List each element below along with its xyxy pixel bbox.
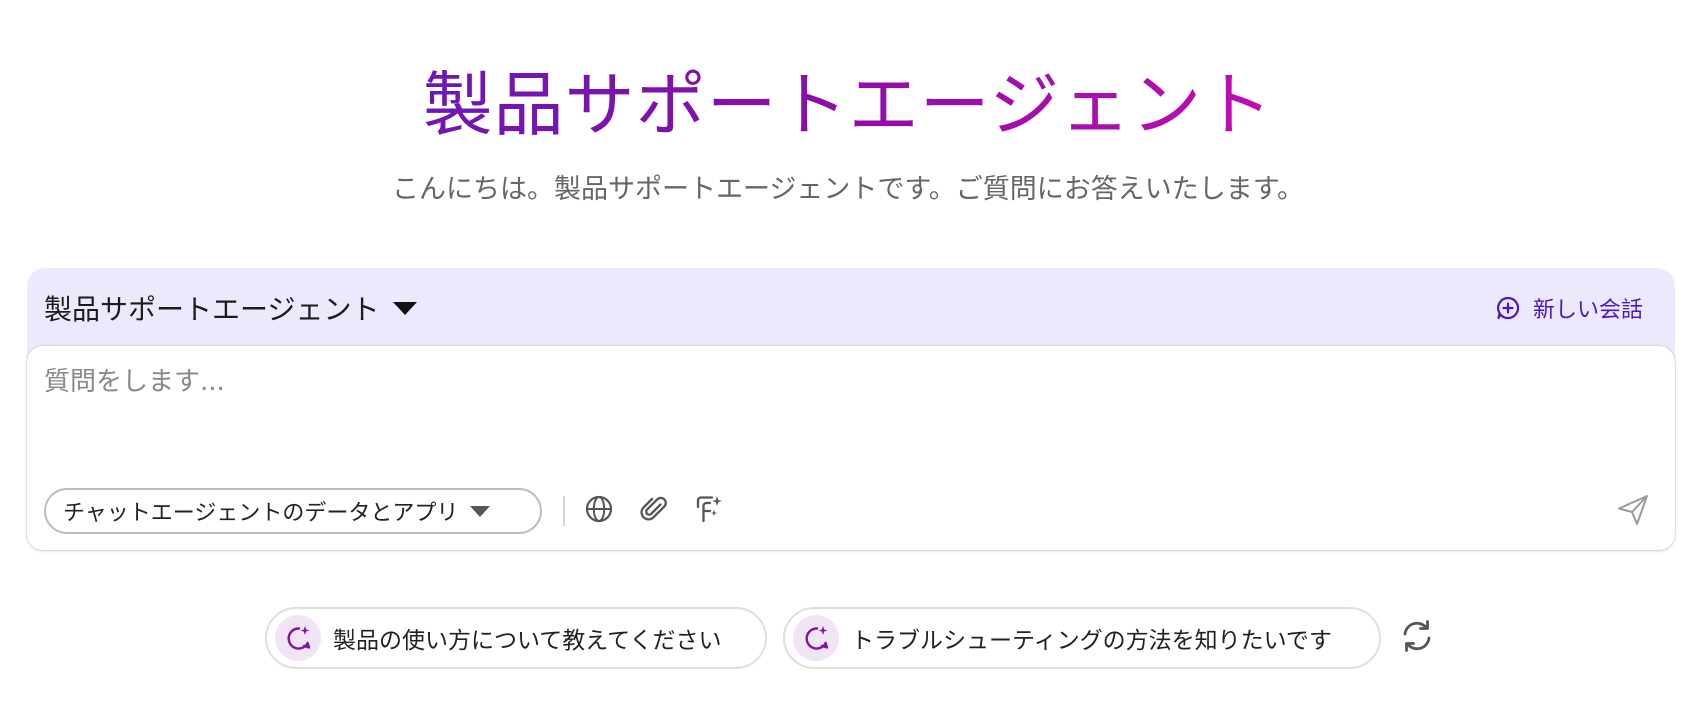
- page-title: 製品サポートエージェント: [0, 62, 1696, 148]
- web-search-button[interactable]: [583, 495, 615, 527]
- send-icon: [1616, 493, 1650, 531]
- chat-plus-icon: [1495, 295, 1521, 321]
- composer: チャットエージェントのデータとアプリ: [27, 346, 1675, 550]
- suggestion-label: トラブルシューティングの方法を知りたいです: [851, 628, 1332, 654]
- page-title-text: 製品サポートエージェント: [422, 64, 1274, 146]
- suggestion-chip[interactable]: 製品の使い方について教えてください: [265, 607, 767, 669]
- sparkle-chat-icon: [275, 615, 321, 661]
- refresh-icon: [1399, 618, 1435, 658]
- agent-selector[interactable]: 製品サポートエージェント: [44, 288, 418, 328]
- chevron-down-icon: [393, 301, 418, 315]
- toolbar-divider: [563, 496, 565, 526]
- suggestion-label: 製品の使い方について教えてください: [333, 628, 722, 654]
- data-source-label: チャットエージェントのデータとアプリ: [63, 501, 459, 526]
- question-input[interactable]: [44, 360, 1604, 404]
- send-button[interactable]: [1615, 494, 1651, 530]
- attach-button[interactable]: [638, 495, 670, 527]
- new-chat-button[interactable]: 新しい会話: [1495, 290, 1643, 326]
- refresh-suggestions-button[interactable]: [1398, 619, 1436, 657]
- globe-icon: [584, 494, 614, 528]
- chat-panel: 製品サポートエージェント 新しい会話 チャットエージェントのデータとアプリ: [27, 268, 1675, 550]
- sparkle-chat-icon: [793, 615, 839, 661]
- page-subtitle: こんにちは。製品サポートエージェントです。ご質問にお答えいたします。: [391, 174, 1305, 205]
- agent-selector-label: 製品サポートエージェント: [44, 293, 380, 326]
- prompt-library-button[interactable]: [693, 495, 725, 527]
- chevron-down-icon: [470, 505, 491, 517]
- paperclip-icon: [639, 494, 669, 528]
- sparkle-format-icon: [694, 494, 724, 528]
- data-source-select[interactable]: チャットエージェントのデータとアプリ: [44, 488, 542, 534]
- suggestion-chip[interactable]: トラブルシューティングの方法を知りたいです: [783, 607, 1381, 669]
- new-chat-label: 新しい会話: [1532, 298, 1643, 323]
- page: 製品サポートエージェント こんにちは。製品サポートエージェントです。ご質問にお答…: [0, 0, 1696, 713]
